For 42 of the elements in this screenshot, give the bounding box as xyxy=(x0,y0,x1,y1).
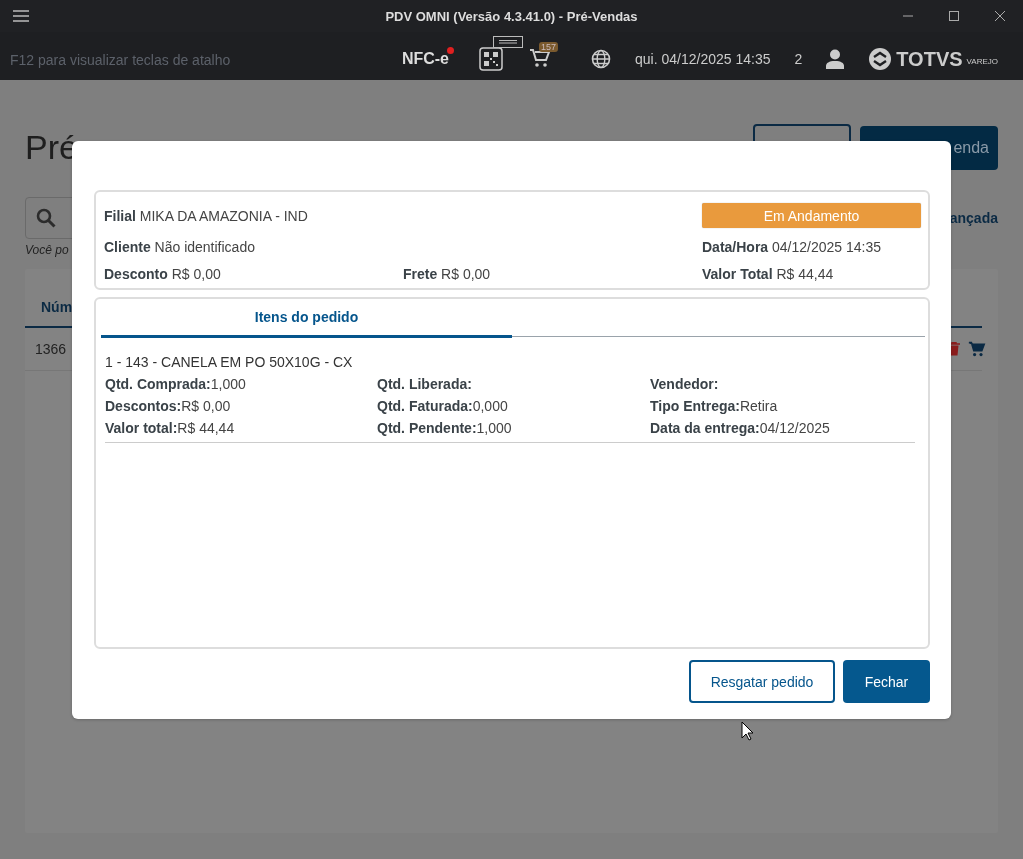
close-icon[interactable] xyxy=(994,10,1006,22)
maximize-icon[interactable] xyxy=(948,10,960,22)
close-button[interactable]: Fechar xyxy=(843,660,930,703)
order-field: Cliente Não identificado xyxy=(104,239,255,255)
item-field: Tipo Entrega:Retira xyxy=(650,398,915,414)
menu-icon[interactable] xyxy=(13,10,29,22)
logo-icon xyxy=(868,47,893,71)
status-badge: Em Andamento xyxy=(702,203,921,228)
item-field: Vendedor: xyxy=(650,376,915,392)
globe-icon[interactable] xyxy=(591,49,611,69)
tab[interactable]: Itens do pedido xyxy=(101,299,512,338)
logo-text: TOTVS xyxy=(896,47,963,71)
user-count: 2 xyxy=(794,51,803,67)
item-title: 1 - 143 - CANELA EM PO 50X10G - CX xyxy=(105,354,354,370)
mouse-cursor-icon xyxy=(741,721,754,741)
item-field: Descontos:R$ 0,00 xyxy=(105,398,377,414)
action-button[interactable]: Resgatar pedido xyxy=(689,660,835,703)
window-title: PDV OMNI (Versão 4.3.41.0) - Pré-Vendas xyxy=(385,8,638,24)
date-time: qui. 04/12/2025 14:35 xyxy=(635,51,771,67)
item-field: Qtd. Faturada:0,000 xyxy=(377,398,650,414)
order-field: Desconto R$ 0,00 xyxy=(104,266,221,282)
qr-code-icon[interactable] xyxy=(479,47,503,71)
search-hint: Você po xyxy=(25,243,69,257)
advanced-search-link[interactable]: ançada xyxy=(949,210,998,226)
shortcut-hint: F12 para visualizar teclas de atalho xyxy=(10,52,231,68)
logo-subtext: VAREJO xyxy=(966,57,998,66)
nfce-status[interactable]: NFC-e xyxy=(401,50,449,67)
item-field: Qtd. Liberada: xyxy=(377,376,650,392)
table-cell-text: 1366 xyxy=(34,341,67,357)
user-icon[interactable] xyxy=(826,49,845,69)
cart-icon[interactable] xyxy=(529,48,551,68)
item-field: Qtd. Comprada:1,000 xyxy=(105,376,377,392)
search-icon xyxy=(36,208,56,228)
item-field: Data da entrega:04/12/2025 xyxy=(650,420,915,436)
item-field: Valor total:R$ 44,44 xyxy=(105,420,377,436)
order-field: Frete R$ 0,00 xyxy=(403,266,491,282)
item-field: Qtd. Pendente:1,000 xyxy=(377,420,650,436)
cart-count-badge: 157 xyxy=(539,42,559,52)
keyboard-icon[interactable] xyxy=(493,36,523,48)
order-field: Filial MIKA DA AMAZONIA - IND xyxy=(104,207,308,224)
order-field: Valor Total R$ 44,44 xyxy=(702,266,834,282)
order-field: Data/Hora 04/12/2025 14:35 xyxy=(702,239,882,255)
